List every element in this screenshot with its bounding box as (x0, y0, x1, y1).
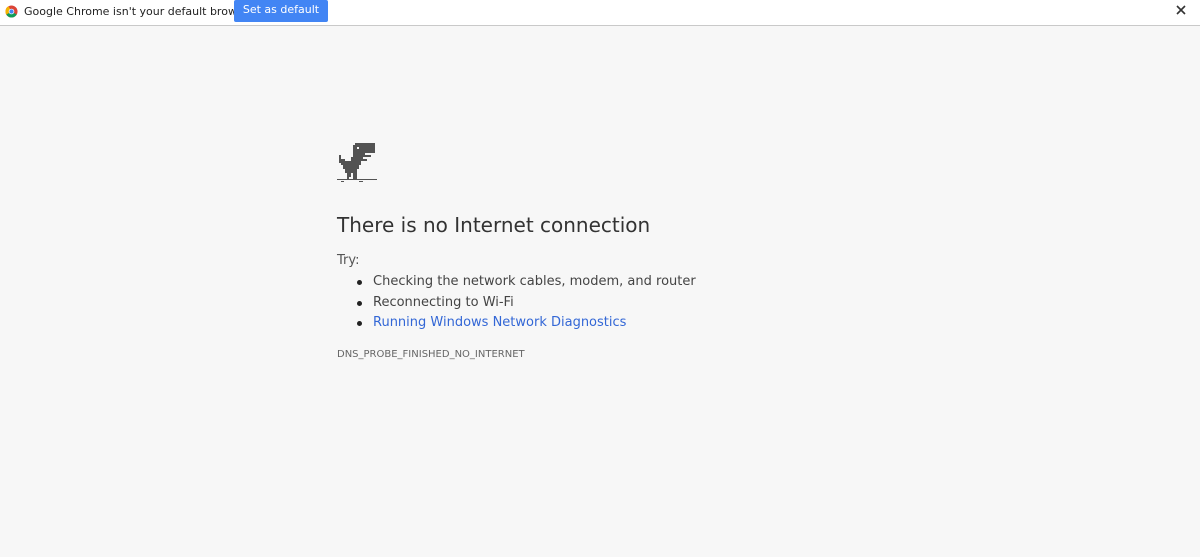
network-diagnostics-link[interactable]: Running Windows Network Diagnostics (373, 315, 626, 330)
default-browser-infobar: Google Chrome isn't your default browser… (0, 0, 1200, 26)
bullet-icon (357, 280, 362, 285)
close-icon[interactable] (1174, 3, 1188, 17)
chrome-logo-icon (5, 5, 18, 18)
suggestion-list: Checking the network cables, modem, and … (355, 272, 696, 334)
set-as-default-button[interactable]: Set as default (234, 0, 328, 22)
error-title: There is no Internet connection (337, 213, 651, 237)
list-item: Checking the network cables, modem, and … (355, 272, 696, 293)
try-label: Try: (337, 253, 360, 268)
suggestion-text: Checking the network cables, modem, and … (373, 274, 696, 289)
list-item: Running Windows Network Diagnostics (355, 313, 696, 334)
bullet-icon (357, 321, 362, 326)
dino-icon[interactable] (337, 143, 377, 183)
bullet-icon (357, 300, 362, 306)
suggestion-text: Reconnecting to Wi-Fi (373, 294, 514, 310)
error-code: DNS_PROBE_FINISHED_NO_INTERNET (337, 349, 525, 360)
list-item: Reconnecting to Wi-Fi (355, 293, 696, 314)
infobar-message: Google Chrome isn't your default browser… (24, 5, 257, 18)
